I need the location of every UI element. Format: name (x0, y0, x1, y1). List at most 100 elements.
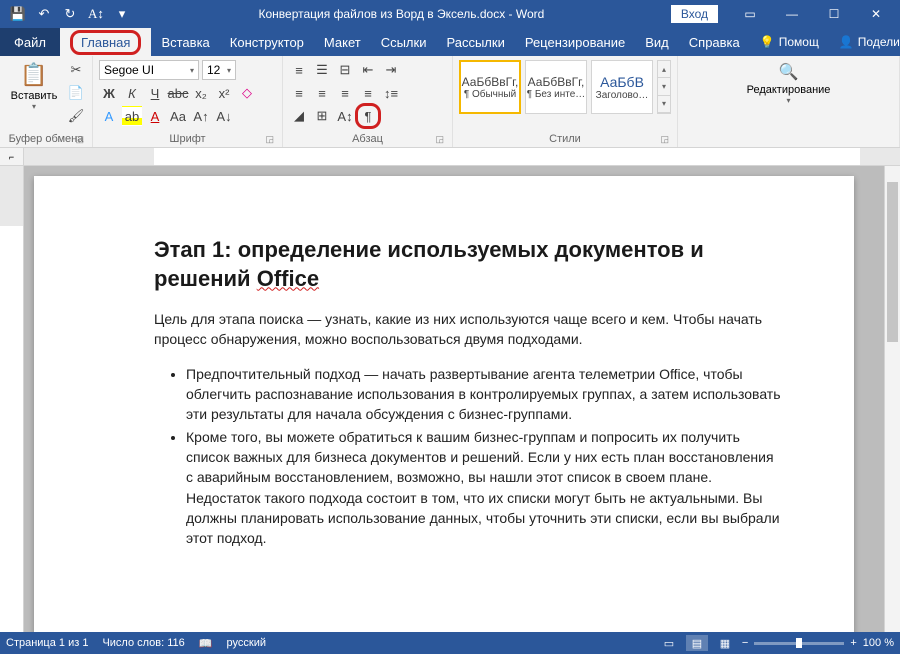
statusbar: Страница 1 из 1 Число слов: 116 📖 русски… (0, 632, 900, 654)
tab-home[interactable]: Главная (60, 28, 151, 56)
text-effects-button[interactable]: A (99, 106, 119, 126)
tab-insert[interactable]: Вставка (151, 28, 219, 56)
ribbon-options-icon[interactable]: ▭ (730, 0, 770, 28)
qat-customize-icon[interactable]: ▾ (112, 4, 132, 24)
change-case-button[interactable]: Aa (168, 106, 188, 126)
decrease-indent-button[interactable]: ⇤ (358, 60, 378, 80)
align-left-button[interactable]: ≡ (289, 83, 309, 103)
view-print-icon[interactable]: ▤ (686, 635, 708, 651)
styles-launcher-icon[interactable]: ◲ (660, 134, 669, 145)
window-title: Конвертация файлов из Ворд в Эксель.docx… (132, 7, 671, 21)
font-size-combo[interactable]: 12▾ (202, 60, 236, 80)
bulb-icon: 💡 (760, 35, 775, 49)
clipboard-icon: 📋 (20, 62, 47, 88)
grow-font-button[interactable]: A↑ (191, 106, 211, 126)
view-web-icon[interactable]: ▦ (714, 635, 736, 651)
redo-icon[interactable]: ↻ (60, 4, 80, 24)
superscript-button[interactable]: x² (214, 83, 234, 103)
status-language[interactable]: русский (227, 637, 266, 649)
clear-format-button[interactable]: ◇ (237, 83, 257, 103)
line-spacing-button[interactable]: ↕≡ (381, 83, 401, 103)
minimize-button[interactable]: — (772, 0, 812, 28)
font-color-button[interactable]: A (145, 106, 165, 126)
tab-view[interactable]: Вид (635, 28, 679, 56)
group-font: Segoe UI▾ 12▾ Ж К Ч abc x₂ x² ◇ A ab A A… (93, 56, 283, 147)
tab-references[interactable]: Ссылки (371, 28, 437, 56)
ribbon: 📋 Вставить ▾ ✂ 📄 🖌 Буфер обмена◲ Segoe U… (0, 56, 900, 148)
close-button[interactable]: ✕ (856, 0, 896, 28)
proofing-icon[interactable]: 📖 (199, 637, 213, 650)
clipboard-launcher-icon[interactable]: ◲ (75, 134, 84, 145)
tab-mailings[interactable]: Рассылки (436, 28, 514, 56)
tab-file[interactable]: Файл (0, 28, 60, 56)
strikethrough-button[interactable]: abc (168, 83, 188, 103)
justify-button[interactable]: ≡ (358, 83, 378, 103)
format-painter-button[interactable]: 🖌 (66, 106, 86, 126)
cut-button[interactable]: ✂ (66, 60, 86, 80)
heading-1[interactable]: Этап 1: определение используемых докумен… (154, 236, 784, 293)
bold-button[interactable]: Ж (99, 83, 119, 103)
shrink-font-button[interactable]: A↓ (214, 106, 234, 126)
copy-button[interactable]: 📄 (66, 83, 86, 103)
bullets-button[interactable]: ≡ (289, 60, 309, 80)
align-right-button[interactable]: ≡ (335, 83, 355, 103)
style-no-spacing[interactable]: АаБбВвГг,¶ Без инте… (525, 60, 587, 114)
ruler-vertical[interactable] (0, 166, 24, 632)
underline-button[interactable]: Ч (145, 83, 165, 103)
zoom-out-button[interactable]: − (742, 637, 748, 649)
editing-dropdown[interactable]: 🔍 Редактирование ▾ (761, 60, 817, 105)
page[interactable]: Этап 1: определение используемых докумен… (34, 176, 854, 632)
list-item[interactable]: Предпочтительный подход — начать разверт… (186, 364, 784, 425)
ribbon-tabs: Файл Главная Вставка Конструктор Макет С… (0, 28, 900, 56)
subscript-button[interactable]: x₂ (191, 83, 211, 103)
sort-button[interactable]: A↕ (335, 106, 355, 126)
find-icon: 🔍 (779, 62, 799, 82)
multilevel-button[interactable]: ⊟ (335, 60, 355, 80)
paste-button[interactable]: 📋 Вставить ▾ (6, 60, 62, 111)
numbering-button[interactable]: ☰ (312, 60, 332, 80)
shading-button[interactable]: ◢ (289, 106, 309, 126)
save-icon[interactable]: 💾 (8, 4, 28, 24)
show-marks-button[interactable]: ¶ (358, 106, 378, 126)
qat-more-icon[interactable]: A↕ (86, 4, 106, 24)
list-item[interactable]: Кроме того, вы можете обратиться к вашим… (186, 427, 784, 549)
paragraph[interactable]: Цель для этапа поиска — узнать, какие из… (154, 309, 784, 350)
status-words[interactable]: Число слов: 116 (102, 637, 184, 649)
tab-design[interactable]: Конструктор (220, 28, 314, 56)
status-page[interactable]: Страница 1 из 1 (6, 637, 88, 649)
zoom-level[interactable]: 100 % (863, 637, 894, 649)
document-area: Этап 1: определение используемых докумен… (0, 166, 900, 632)
scrollbar-vertical[interactable] (884, 166, 900, 632)
view-read-icon[interactable]: ▭ (658, 635, 680, 651)
undo-icon[interactable]: ↶ (34, 4, 54, 24)
share-button[interactable]: 👤Поделиться (829, 28, 900, 56)
tab-review[interactable]: Рецензирование (515, 28, 635, 56)
group-paragraph: ≡ ☰ ⊟ ⇤ ⇥ ≡ ≡ ≡ ≡ ↕≡ ◢ ⊞ A↕ ¶ Абзац◲ (283, 56, 453, 147)
ruler-horizontal[interactable] (24, 148, 900, 166)
tell-me[interactable]: 💡Помощ (750, 28, 829, 56)
italic-button[interactable]: К (122, 83, 142, 103)
page-viewport[interactable]: Этап 1: определение используемых докумен… (24, 166, 884, 632)
group-clipboard: 📋 Вставить ▾ ✂ 📄 🖌 Буфер обмена◲ (0, 56, 93, 147)
font-name-combo[interactable]: Segoe UI▾ (99, 60, 199, 80)
zoom-in-button[interactable]: + (850, 637, 856, 649)
tab-selector[interactable]: ⌐ (0, 148, 24, 165)
borders-button[interactable]: ⊞ (312, 106, 332, 126)
align-center-button[interactable]: ≡ (312, 83, 332, 103)
paragraph-launcher-icon[interactable]: ◲ (435, 134, 444, 145)
font-launcher-icon[interactable]: ◲ (265, 134, 274, 145)
increase-indent-button[interactable]: ⇥ (381, 60, 401, 80)
group-styles: АаБбВвГг,¶ Обычный АаБбВвГг,¶ Без инте… … (453, 56, 678, 147)
highlight-button[interactable]: ab (122, 106, 142, 126)
maximize-button[interactable]: ☐ (814, 0, 854, 28)
tab-layout[interactable]: Макет (314, 28, 371, 56)
tab-help[interactable]: Справка (679, 28, 750, 56)
zoom-slider[interactable] (754, 642, 844, 645)
style-normal[interactable]: АаБбВвГг,¶ Обычный (459, 60, 521, 114)
style-heading1[interactable]: АаБбВЗаголово… (591, 60, 653, 114)
titlebar: 💾 ↶ ↻ A↕ ▾ Конвертация файлов из Ворд в … (0, 0, 900, 28)
group-editing: 🔍 Редактирование ▾ (678, 56, 900, 147)
login-button[interactable]: Вход (671, 5, 718, 23)
scrollbar-thumb[interactable] (887, 182, 898, 342)
styles-scroll[interactable]: ▴▾▾ (657, 60, 671, 114)
